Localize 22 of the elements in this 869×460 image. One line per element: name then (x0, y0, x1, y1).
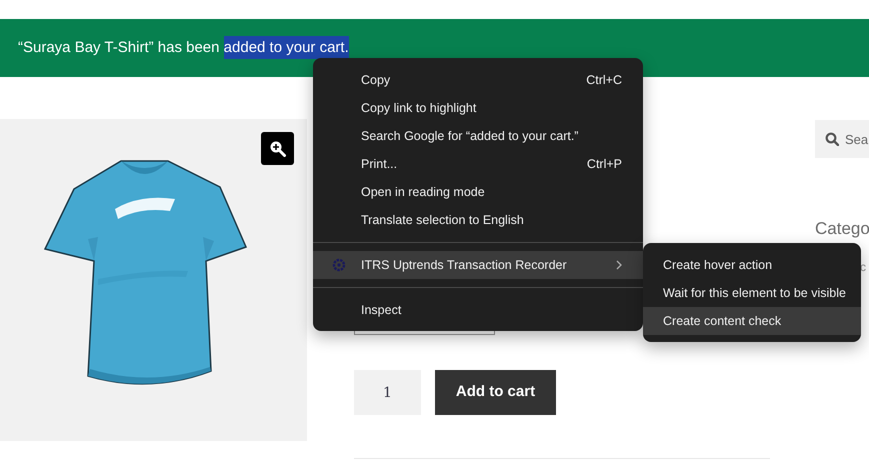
shortcut-label: Ctrl+P (586, 156, 622, 173)
notice-text: “Suraya Bay T-Shirt” has been added to your cart. (18, 36, 349, 60)
menu-item[interactable]: Print... Ctrl+P (313, 150, 643, 178)
quantity-field[interactable]: 1 (354, 370, 421, 415)
menu-item[interactable]: Create hover action (643, 251, 861, 279)
menu-item[interactable]: Create content check (643, 307, 861, 335)
menu-item[interactable]: Search Google for “added to your cart.” (313, 122, 643, 150)
menu-item[interactable]: Open in reading mode (313, 178, 643, 206)
menu-item[interactable]: Copy Ctrl+C (313, 66, 643, 94)
menu-item[interactable]: Wait for this element to be visible (643, 279, 861, 307)
zoom-button[interactable] (261, 132, 294, 165)
ring-icon (332, 258, 346, 272)
menu-item[interactable]: Translate selection to English (313, 206, 643, 234)
menu-item[interactable]: Inspect (313, 296, 643, 324)
menu-item[interactable]: ITRS Uptrends Transaction Recorder (313, 251, 643, 279)
search-field[interactable]: Sea (815, 120, 869, 158)
shortcut-label: Ctrl+C (586, 72, 622, 89)
zoom-in-icon (269, 140, 286, 157)
sidebar-heading: Catego (815, 218, 869, 240)
add-to-cart-button[interactable]: Add to cart (435, 370, 556, 415)
menu-item[interactable]: Copy link to highlight (313, 94, 643, 122)
chevron-right-icon (616, 260, 622, 270)
